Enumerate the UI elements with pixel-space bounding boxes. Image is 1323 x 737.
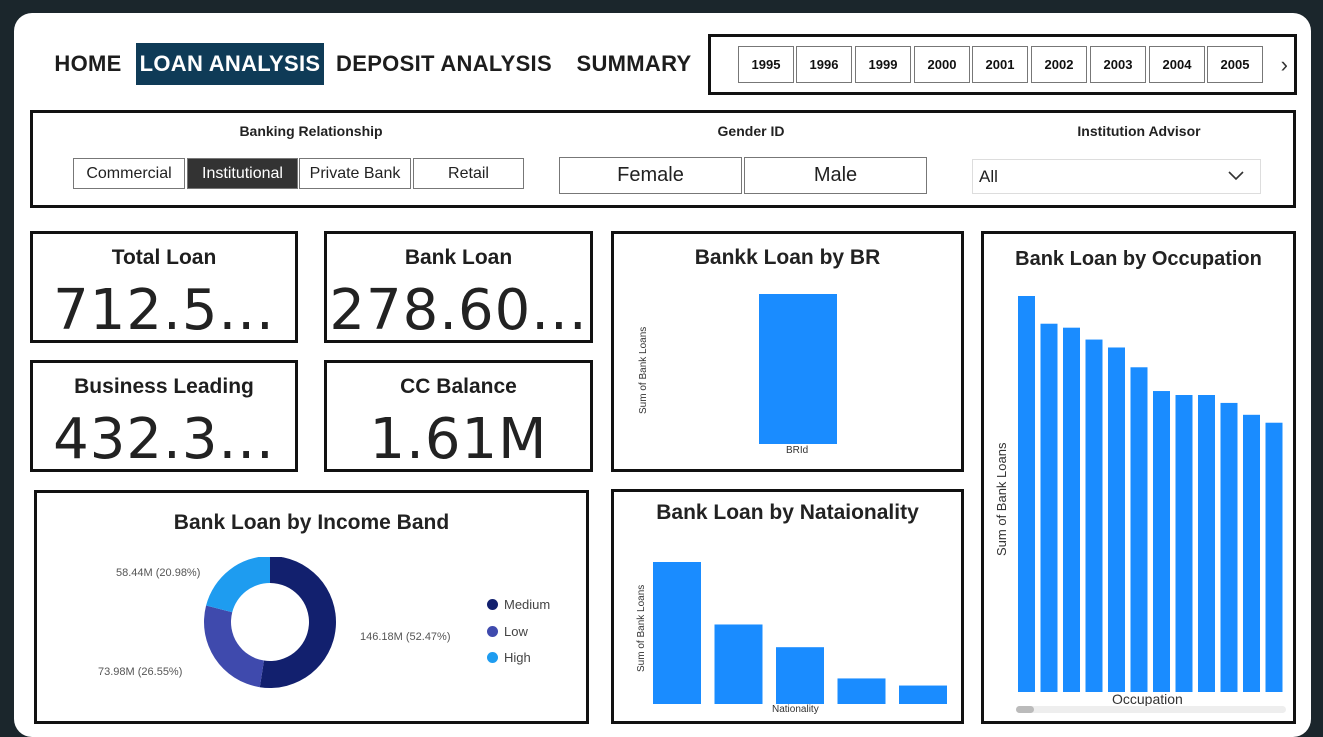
kpi-value: 278.60...	[329, 278, 588, 343]
nav-home[interactable]: HOME	[48, 43, 128, 85]
occupation-plot	[1018, 296, 1283, 692]
bar[interactable]	[759, 294, 837, 444]
advisor-value: All	[979, 166, 998, 186]
legend-label: High	[504, 650, 531, 665]
x-axis-label: BRId	[786, 445, 809, 456]
year-slicer: 1995 1996 1999 2000 2001 2002 2003 2004 …	[708, 34, 1297, 95]
chart-by-nationality: Bank Loan by Nataionality Sum of Bank Lo…	[611, 489, 964, 724]
horizontal-scrollbar[interactable]	[1016, 706, 1286, 713]
nav-deposit-analysis[interactable]: DEPOSIT ANALYSIS	[336, 43, 552, 85]
bar[interactable]	[837, 678, 886, 704]
br-option-institutional[interactable]: Institutional	[187, 158, 298, 189]
gender-option-male[interactable]: Male	[744, 157, 927, 194]
nav-summary[interactable]: SUMMARY	[570, 43, 698, 85]
legend-dot	[487, 652, 498, 663]
br-plot	[759, 294, 837, 444]
legend-label: Low	[504, 624, 528, 639]
bar[interactable]	[1265, 422, 1283, 692]
year-tile[interactable]: 2002	[1031, 46, 1087, 83]
legend-dot	[487, 599, 498, 610]
chart-by-br: Bankk Loan by BR Sum of Bank Loans BRId	[611, 231, 964, 472]
y-axis-label: Sum of Bank Loans	[638, 326, 649, 414]
chart-by-income-band: Bank Loan by Income Band 58.44M (20.98%)…	[34, 490, 589, 724]
bar[interactable]	[1130, 367, 1148, 692]
bar[interactable]	[899, 685, 947, 704]
bar[interactable]	[653, 562, 701, 704]
bar[interactable]	[776, 647, 824, 704]
legend-dot	[487, 626, 498, 637]
br-option-commercial[interactable]: Commercial	[73, 158, 185, 189]
bar[interactable]	[1085, 339, 1103, 692]
kpi-business-leading: Business Leading 432.3...	[30, 360, 298, 472]
nav-loan-analysis[interactable]: LOAN ANALYSIS	[136, 43, 324, 85]
pie-slice[interactable]	[259, 557, 336, 688]
kpi-label: Business Leading	[74, 375, 254, 398]
x-axis-label: Nationality	[772, 704, 819, 715]
kpi-value: 1.61M	[369, 407, 548, 472]
nationality-plot	[653, 562, 947, 704]
kpi-bank-loan: Bank Loan 278.60...	[324, 231, 593, 343]
pie-label-high: 58.44M (20.98%)	[116, 567, 201, 579]
banking-relationship-title: Banking Relationship	[239, 123, 383, 139]
bar[interactable]	[1063, 327, 1080, 692]
scrollbar-thumb[interactable]	[1016, 706, 1034, 713]
year-tile[interactable]: 2003	[1090, 46, 1146, 83]
kpi-label: CC Balance	[400, 375, 517, 398]
pie-label-medium: 146.18M (52.47%)	[360, 631, 451, 643]
bar[interactable]	[1175, 395, 1193, 692]
chart-title: Bankk Loan by BR	[694, 246, 881, 269]
year-tile[interactable]: 2005	[1207, 46, 1263, 83]
legend-low[interactable]: Low	[487, 624, 528, 639]
chevron-right-icon[interactable]: ›	[1281, 52, 1288, 78]
x-axis-label: Occupation	[1112, 691, 1183, 707]
kpi-cc-balance: CC Balance 1.61M	[324, 360, 593, 472]
chart-title: Bank Loan by Occupation	[1015, 248, 1262, 270]
gender-title: Gender ID	[717, 123, 785, 139]
kpi-label: Total Loan	[111, 246, 217, 269]
legend-medium[interactable]: Medium	[487, 597, 550, 612]
bar[interactable]	[1220, 402, 1238, 692]
pie-slice[interactable]	[204, 605, 264, 688]
bar[interactable]	[1040, 323, 1058, 692]
bar[interactable]	[1018, 296, 1035, 692]
year-tile[interactable]: 1999	[855, 46, 911, 83]
br-option-retail[interactable]: Retail	[413, 158, 524, 189]
br-option-private-bank[interactable]: Private Bank	[299, 158, 411, 189]
chart-title: Bank Loan by Nataionality	[656, 501, 919, 524]
bar[interactable]	[1198, 395, 1215, 692]
year-tile[interactable]: 2004	[1149, 46, 1205, 83]
advisor-title: Institution Advisor	[1077, 123, 1201, 139]
kpi-label: Bank Loan	[404, 246, 513, 269]
year-tile[interactable]: 2001	[972, 46, 1028, 83]
kpi-value: 712.5...	[53, 278, 275, 343]
bar[interactable]	[714, 624, 763, 704]
bar[interactable]	[1153, 391, 1170, 692]
legend-high[interactable]: High	[487, 650, 531, 665]
pie-slice[interactable]	[206, 557, 270, 613]
advisor-dropdown[interactable]: All	[972, 159, 1261, 194]
kpi-total-loan: Total Loan 712.5...	[30, 231, 298, 343]
y-axis-label: Sum of Bank Loans	[994, 442, 1009, 556]
year-tile[interactable]: 1995	[738, 46, 794, 83]
gender-option-female[interactable]: Female	[559, 157, 742, 194]
chart-by-occupation: Bank Loan by Occupation Sum of Bank Loan…	[981, 231, 1296, 724]
pie-label-low: 73.98M (26.55%)	[98, 666, 183, 678]
kpi-value: 432.3...	[53, 407, 275, 472]
y-axis-label: Sum of Bank Loans	[636, 584, 647, 672]
chevron-down-icon	[1228, 171, 1244, 181]
bar[interactable]	[1108, 347, 1125, 692]
bar[interactable]	[1243, 414, 1260, 692]
income-donut	[204, 557, 336, 688]
year-tile[interactable]: 2000	[914, 46, 970, 83]
legend-label: Medium	[504, 597, 551, 612]
chart-title: Bank Loan by Income Band	[173, 511, 450, 534]
year-tile[interactable]: 1996	[796, 46, 852, 83]
dashboard-canvas: HOME LOAN ANALYSIS DEPOSIT ANALYSIS SUMM…	[14, 13, 1311, 737]
